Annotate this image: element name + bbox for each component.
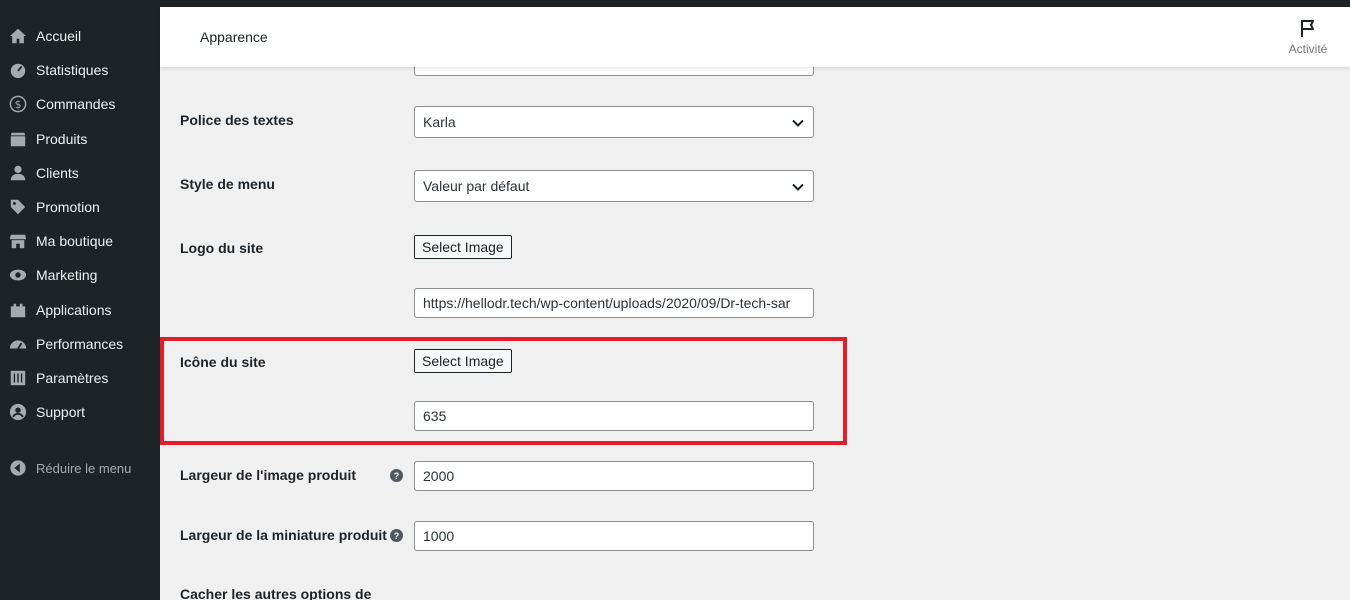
sidebar-item-ma-boutique[interactable]: Ma boutique bbox=[0, 226, 160, 256]
chevron-down-icon bbox=[792, 183, 804, 191]
font-select[interactable]: Karla bbox=[414, 106, 814, 138]
sidebar-item-support[interactable]: Support bbox=[0, 397, 160, 427]
support-icon bbox=[0, 403, 36, 421]
svg-text:$: $ bbox=[15, 98, 22, 111]
sidebar-item-label: Accueil bbox=[36, 28, 82, 44]
sidebar-item-performances[interactable]: Performances bbox=[0, 329, 160, 359]
site-icon-select-image-button[interactable]: Select Image bbox=[414, 349, 512, 373]
logo-url-input[interactable]: https://hellodr.tech/wp-content/uploads/… bbox=[414, 288, 814, 318]
menu-style-select-value: Valeur par défaut bbox=[423, 178, 530, 194]
menu-style-select[interactable]: Valeur par défaut bbox=[414, 170, 814, 202]
collapse-menu-button[interactable]: Réduire le menu bbox=[0, 453, 160, 483]
sidebar-item-label: Clients bbox=[36, 165, 79, 181]
archive-icon bbox=[0, 130, 36, 148]
help-icon[interactable]: ? bbox=[390, 529, 403, 542]
sidebar-item-label: Commandes bbox=[36, 96, 116, 112]
site-icon-id-input[interactable]: 635 bbox=[414, 401, 814, 431]
admin-sidebar: Accueil Statistiques $ Commandes Produit… bbox=[0, 7, 160, 600]
help-icon[interactable]: ? bbox=[390, 469, 403, 482]
sidebar-item-label: Support bbox=[36, 404, 86, 420]
sidebar-item-accueil[interactable]: Accueil bbox=[0, 21, 160, 51]
sidebar-item-label: Statistiques bbox=[36, 62, 109, 78]
sidebar-item-parametres[interactable]: Paramètres bbox=[0, 363, 160, 393]
sidebar-item-applications[interactable]: Applications bbox=[0, 295, 160, 325]
sidebar-item-commandes[interactable]: $ Commandes bbox=[0, 89, 160, 119]
sidebar-item-label: Produits bbox=[36, 131, 88, 147]
dollar-icon: $ bbox=[0, 95, 36, 113]
tag-icon bbox=[0, 198, 36, 216]
site-icon-label: Icône du site bbox=[180, 354, 266, 370]
sidebar-item-statistiques[interactable]: Statistiques bbox=[0, 55, 160, 85]
sidebar-item-marketing[interactable]: Marketing bbox=[0, 260, 160, 290]
product-image-width-label: Largeur de l'image produit bbox=[180, 467, 357, 483]
home-icon bbox=[0, 27, 36, 45]
user-icon bbox=[0, 164, 36, 182]
megaphone-icon bbox=[0, 266, 36, 284]
sidebar-item-label: Paramètres bbox=[36, 370, 109, 386]
thumbnail-width-input[interactable]: 1000 bbox=[414, 521, 814, 551]
hide-options-label: Cacher les autres options de bbox=[180, 586, 372, 600]
plugin-icon bbox=[0, 301, 36, 319]
thumbnail-width-label: Largeur de la miniature produit bbox=[180, 527, 387, 543]
store-icon bbox=[0, 232, 36, 250]
dashboard-icon bbox=[0, 61, 36, 79]
sidebar-item-produits[interactable]: Produits bbox=[0, 124, 160, 154]
font-label: Police des textes bbox=[180, 112, 294, 128]
sidebar-item-label: Applications bbox=[36, 302, 112, 318]
chevron-down-icon bbox=[792, 119, 804, 127]
gauge-icon bbox=[0, 335, 36, 353]
admin-top-bar bbox=[0, 0, 1350, 7]
sidebar-item-label: Marketing bbox=[36, 267, 98, 283]
logo-select-image-button[interactable]: Select Image bbox=[414, 235, 512, 259]
page-header: Apparence Activité bbox=[160, 7, 1350, 67]
page-title: Apparence bbox=[200, 29, 268, 45]
logo-label: Logo du site bbox=[180, 240, 264, 256]
collapse-arrow-icon bbox=[0, 459, 36, 477]
font-select-value: Karla bbox=[423, 114, 456, 130]
sidebar-item-label: Performances bbox=[36, 336, 124, 352]
menu-style-label: Style de menu bbox=[180, 176, 275, 192]
sliders-icon bbox=[0, 369, 36, 387]
sidebar-item-label: Promotion bbox=[36, 199, 100, 215]
collapse-menu-label: Réduire le menu bbox=[36, 460, 132, 476]
sidebar-item-clients[interactable]: Clients bbox=[0, 158, 160, 188]
sidebar-item-label: Ma boutique bbox=[36, 233, 114, 249]
activity-label: Activité bbox=[1288, 42, 1328, 56]
product-image-width-input[interactable]: 2000 bbox=[414, 461, 814, 491]
flag-icon bbox=[1301, 20, 1314, 37]
sidebar-item-promotion[interactable]: Promotion bbox=[0, 192, 160, 222]
activity-button[interactable]: Activité bbox=[1286, 18, 1330, 56]
